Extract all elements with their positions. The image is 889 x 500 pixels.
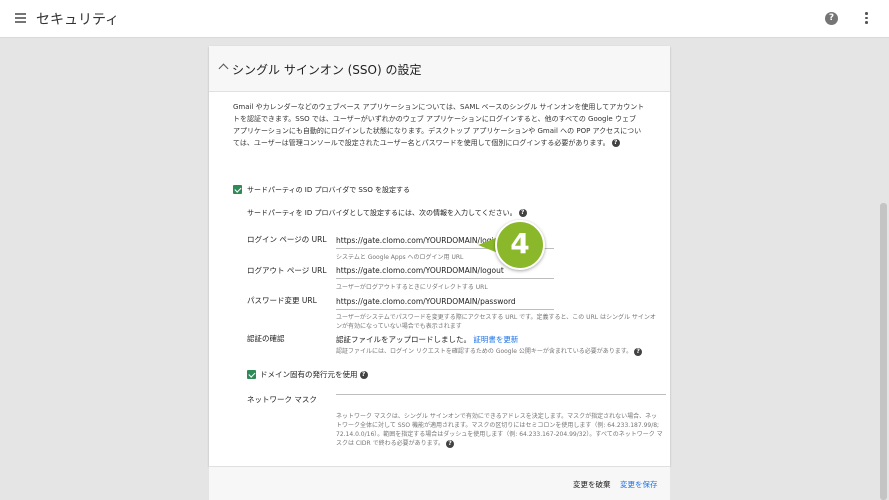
- idp-intro: サードパーティを ID プロバイダとして設定するには、次の情報を入力してください…: [247, 208, 527, 218]
- sso-panel-title: シングル サインオン (SSO) の設定: [232, 63, 422, 77]
- domain-issuer-row: ドメイン固有の発行元を使用?: [260, 369, 368, 380]
- chevron-up-icon[interactable]: [218, 63, 229, 74]
- help-icon[interactable]: ?: [359, 371, 368, 379]
- password-url-label: パスワード変更 URL: [247, 296, 317, 305]
- discard-changes-button[interactable]: 変更を破棄: [573, 479, 611, 490]
- help-icon[interactable]: ?: [611, 139, 620, 147]
- domain-issuer-checkbox[interactable]: [247, 370, 256, 379]
- verify-hint: 認証ファイルには、ログイン リクエストを確認するための Google 公開キーが…: [336, 347, 643, 356]
- more-vert-icon[interactable]: [865, 12, 868, 25]
- sso-enable-checkbox[interactable]: [233, 185, 242, 194]
- hint-line: 72.14.0.0/16）。範囲を指定する場合はダッシュを使用します（例: 64…: [336, 431, 663, 438]
- description-line: ては、ユーザーは管理コンソールで設定されたユーザー名とパスワードを使用して個別に…: [233, 139, 610, 147]
- top-app-bar: セキュリティ ?: [0, 0, 889, 38]
- network-mask-label: ネットワーク マスク: [247, 395, 317, 404]
- logout-url-hint: ユーザーがログアウトするときにリダイレクトする URL: [336, 284, 488, 291]
- help-icon[interactable]: ?: [825, 12, 838, 25]
- login-url-label: ログイン ページの URL: [247, 235, 327, 244]
- hamburger-menu-icon[interactable]: [15, 13, 26, 23]
- verify-hint-text: 認証ファイルには、ログイン リクエストを確認するための Google 公開キーが…: [336, 348, 633, 355]
- save-changes-button[interactable]: 変更を保存: [620, 479, 658, 490]
- description-line: トを認証できます。SSO では、ユーザーがいずれかのウェブ アプリケーションにロ…: [233, 115, 636, 123]
- page-title: セキュリティ: [36, 12, 120, 28]
- password-url-hint: ユーザーがシステムでパスワードを変更する際にアクセスする URL です。定義する…: [336, 313, 656, 331]
- domain-issuer-label: ドメイン固有の発行元を使用: [260, 370, 358, 379]
- hint-line: スクは CIDR で終わる必要があります。: [336, 440, 444, 447]
- password-url-field[interactable]: https://gate.clomo.com/YOURDOMAIN/passwo…: [336, 296, 554, 310]
- help-icon[interactable]: ?: [518, 209, 527, 217]
- hint-line: ンが有効になっていない場合でも表示されます: [336, 323, 462, 330]
- help-icon[interactable]: ?: [634, 347, 643, 356]
- verify-status: 認証ファイルをアップロードしました。 証明書を更新: [336, 334, 518, 345]
- idp-intro-text: サードパーティを ID プロバイダとして設定するには、次の情報を入力してください…: [247, 209, 517, 217]
- description-line: Gmail やカレンダーなどのウェブベース アプリケーションについては、SAML…: [233, 103, 645, 111]
- verify-label: 認証の確認: [247, 334, 285, 343]
- page-scrollbar[interactable]: [880, 203, 887, 500]
- network-mask-hint: ネットワーク マスクは、シングル サインオンで有効にできるアドレスを決定します。…: [336, 412, 663, 448]
- sso-panel-header[interactable]: シングル サインオン (SSO) の設定: [209, 46, 670, 92]
- login-url-hint: システムと Google Apps へのログイン用 URL: [336, 254, 464, 261]
- update-certificate-link[interactable]: 証明書を更新: [473, 335, 518, 344]
- sso-settings-panel: シングル サインオン (SSO) の設定 Gmail やカレンダーなどのウェブベ…: [209, 46, 670, 466]
- panel-footer: 変更を破棄 変更を保存: [209, 466, 670, 500]
- description-line: アプリケーションにも自動的にログインした状態になります。デスクトップ アプリケー…: [233, 127, 642, 135]
- sso-enable-label: サードパーティの ID プロバイダで SSO を設定する: [247, 186, 411, 194]
- hint-line: ネットワーク マスクは、シングル サインオンで有効にできるアドレスを決定します。…: [336, 413, 658, 420]
- sso-description: Gmail やカレンダーなどのウェブベース アプリケーションについては、SAML…: [233, 101, 653, 149]
- step-number-badge: 4: [495, 220, 545, 270]
- logout-url-label: ログアウト ページ URL: [247, 266, 327, 275]
- help-icon[interactable]: ?: [445, 439, 454, 448]
- verify-status-text: 認証ファイルをアップロードしました。: [336, 335, 471, 344]
- hint-line: トワーク全体に対して SSO 機能が適用されます。マスクの区切りにはセミコロンを…: [336, 422, 660, 429]
- hint-line: ユーザーがシステムでパスワードを変更する際にアクセスする URL です。定義する…: [336, 314, 656, 321]
